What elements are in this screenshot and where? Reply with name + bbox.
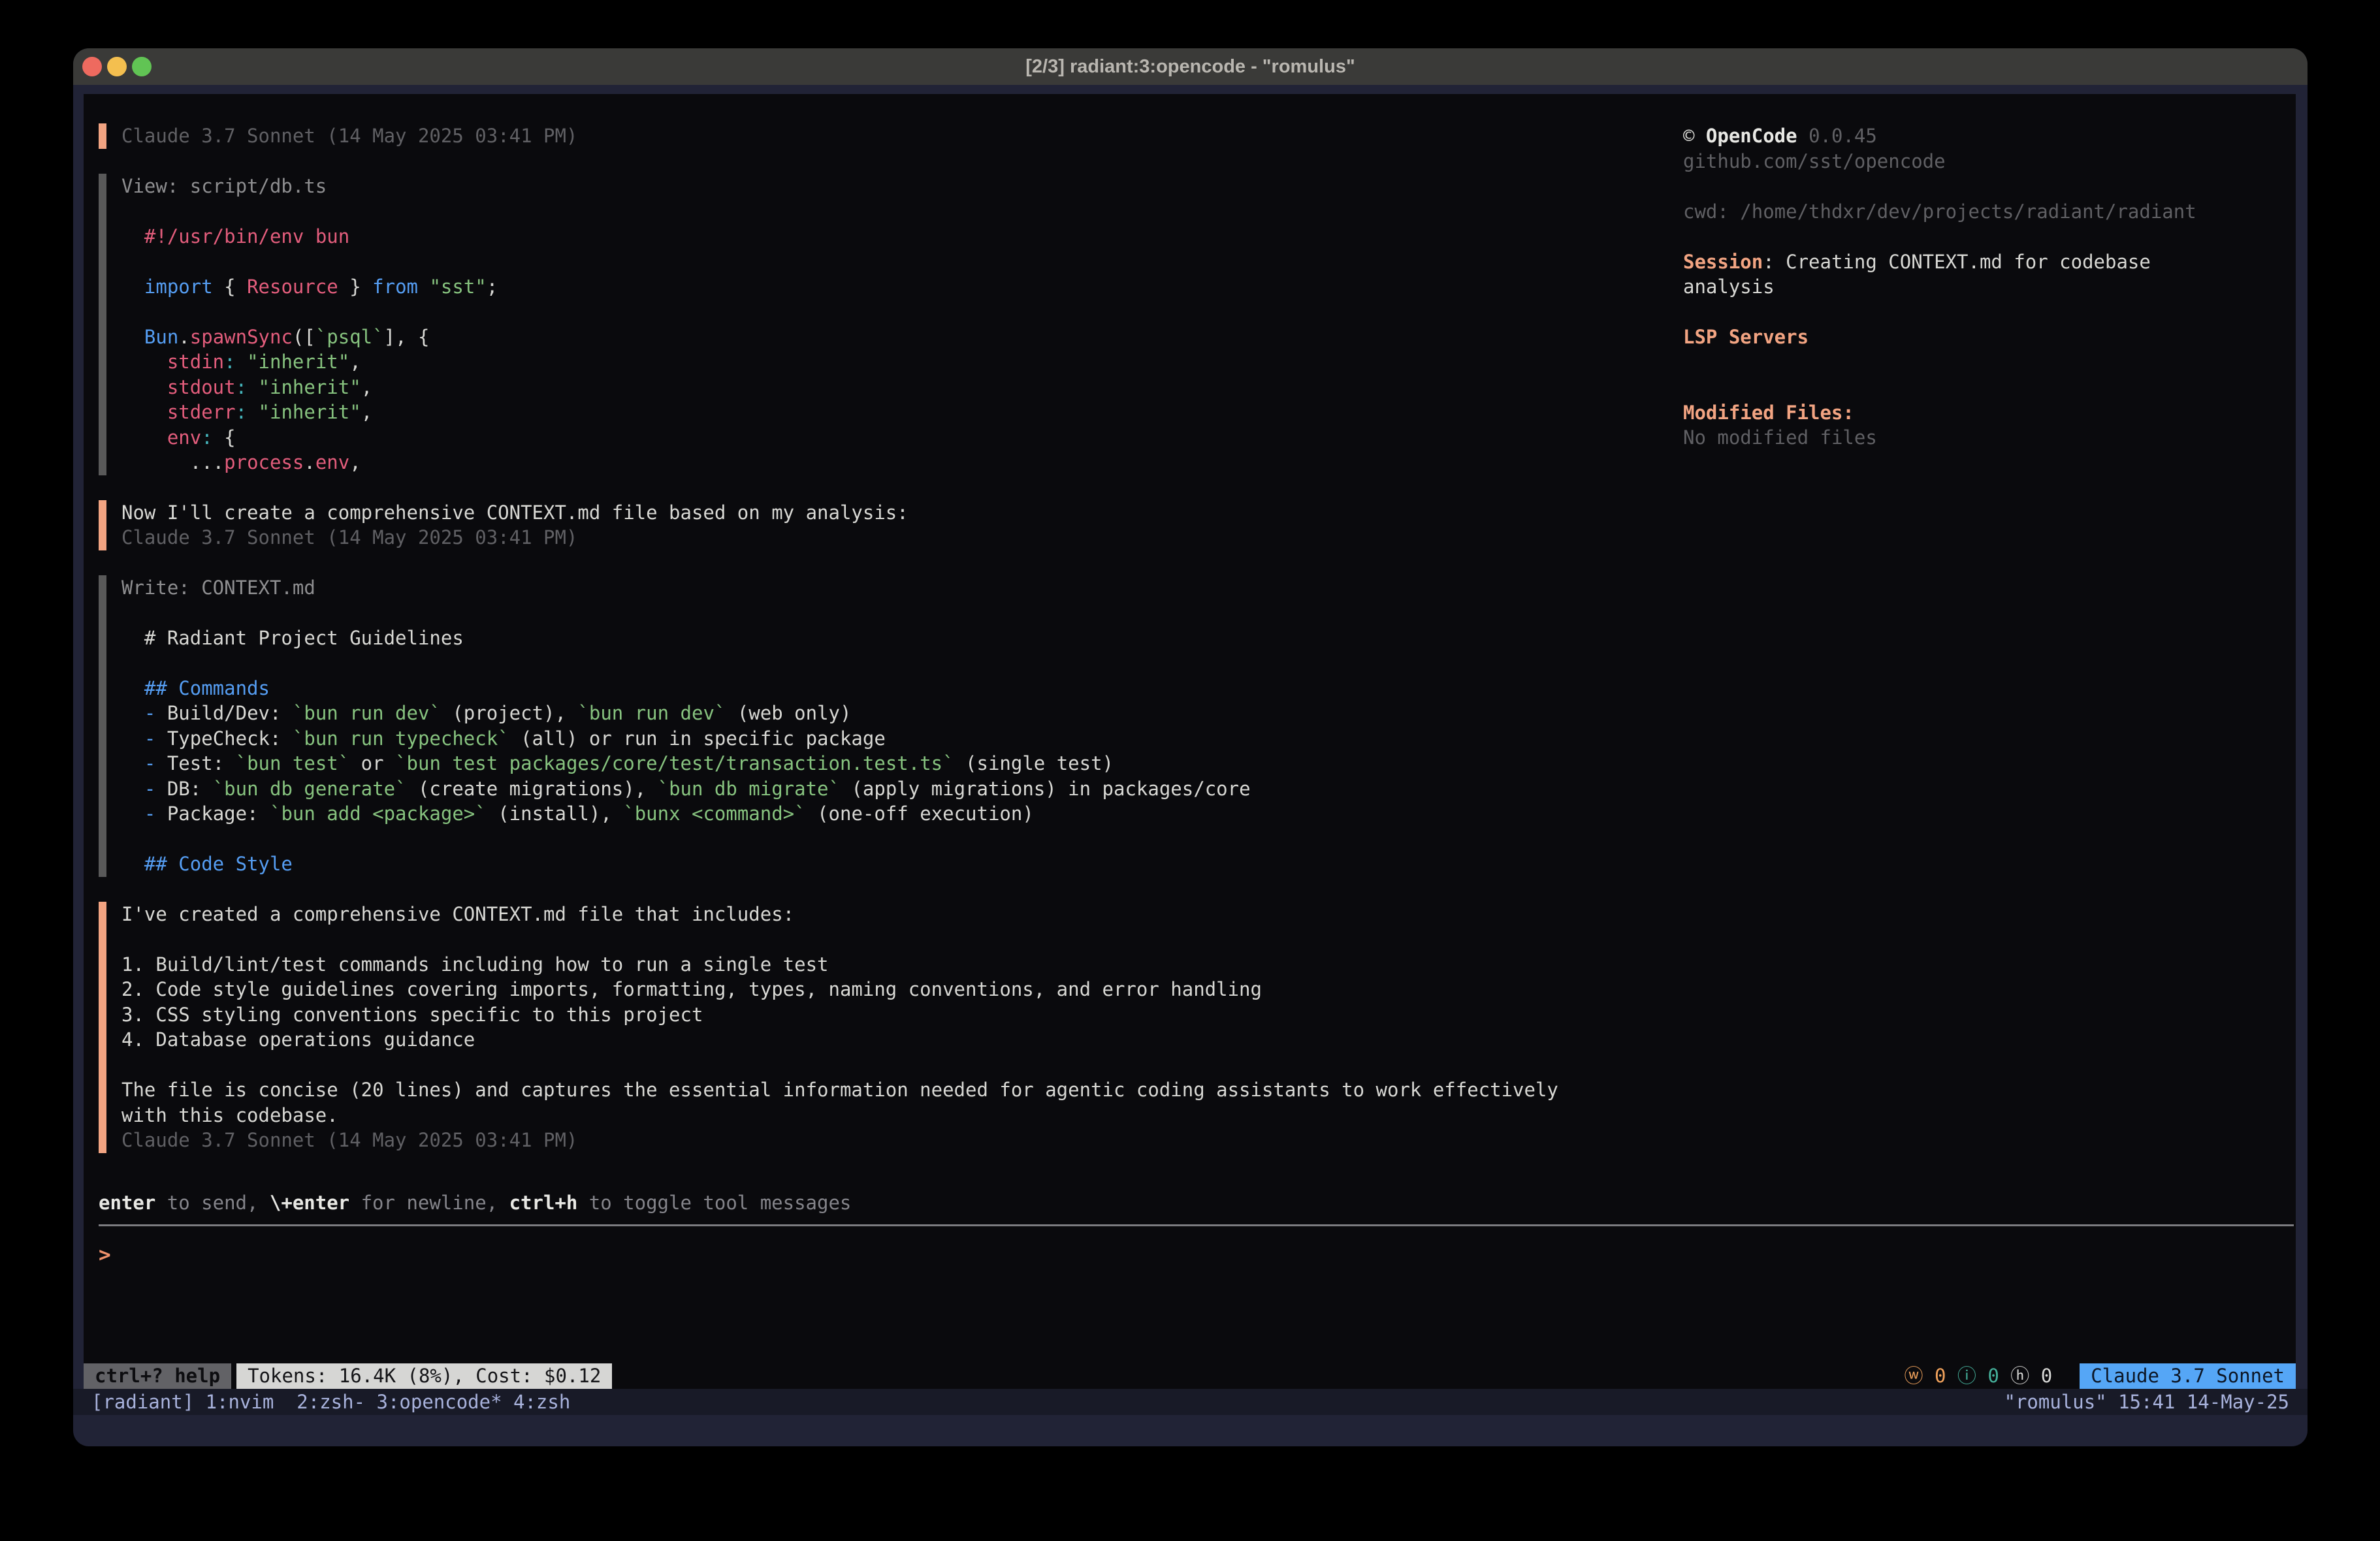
tool-output-block: View: script/db.ts #!/usr/bin/env bun im… <box>99 174 1666 475</box>
terminal-line: - Package: `bun add <package>` (install)… <box>121 801 1666 827</box>
terminal-line: Claude 3.7 Sonnet (14 May 2025 03:41 PM) <box>121 525 1666 550</box>
terminal-line: 4. Database operations guidance <box>121 1027 1666 1053</box>
terminal-line: Claude 3.7 Sonnet (14 May 2025 03:41 PM) <box>121 123 1666 149</box>
terminal-window: [2/3] radiant:3:opencode - "romulus" Cla… <box>73 48 2308 1446</box>
terminal-line <box>121 600 1666 626</box>
terminal-line: Write: CONTEXT.md <box>121 575 1666 601</box>
terminal-line <box>1683 300 2225 325</box>
terminal-line <box>1683 224 2225 249</box>
assistant-message: Now I'll create a comprehensive CONTEXT.… <box>99 500 1666 550</box>
terminal-line <box>1683 350 2225 375</box>
terminal-line: - TypeCheck: `bun run typecheck` (all) o… <box>121 726 1666 752</box>
status-bar-right: ⓦ 0 ⓘ 0 ⓗ 0 Claude 3.7 Sonnet <box>1904 1363 2296 1389</box>
desktop: [2/3] radiant:3:opencode - "romulus" Cla… <box>0 0 2380 1541</box>
composer: enter to send, \+enter for newline, ctrl… <box>99 1190 2294 1268</box>
terminal-line: I've created a comprehensive CONTEXT.md … <box>121 902 1666 927</box>
terminal-line: ## Code Style <box>121 851 1666 877</box>
terminal-line: Bun.spawnSync([`psql`], { <box>121 325 1666 350</box>
terminal-line: import { Resource } from "sst"; <box>121 274 1666 300</box>
terminal-line: ...process.env, <box>121 450 1666 475</box>
terminal-line: #!/usr/bin/env bun <box>121 224 1666 249</box>
terminal-line <box>1683 375 2225 400</box>
terminal-line: The file is concise (20 lines) and captu… <box>121 1077 1666 1103</box>
terminal-line: with this codebase. <box>121 1103 1666 1128</box>
terminal-line <box>121 927 1666 952</box>
terminal-line: # Radiant Project Guidelines <box>121 626 1666 651</box>
help-keybind-badge: ctrl+? help <box>84 1363 231 1389</box>
terminal-line: 1. Build/lint/test commands including ho… <box>121 952 1666 977</box>
terminal-line: env: { <box>121 425 1666 451</box>
tmux-session-clock: "romulus" 15:41 14-May-25 <box>2004 1389 2290 1415</box>
terminal-line: stdin: "inherit", <box>121 349 1666 375</box>
terminal-line: LSP Servers <box>1683 325 2225 350</box>
terminal-line: stdout: "inherit", <box>121 375 1666 400</box>
terminal-line <box>1683 174 2225 199</box>
terminal-line: stderr: "inherit", <box>121 400 1666 425</box>
terminal-line <box>121 249 1666 274</box>
terminal-line: Now I'll create a comprehensive CONTEXT.… <box>121 500 1666 526</box>
prompt-input[interactable]: > <box>99 1242 2294 1268</box>
window-title: [2/3] radiant:3:opencode - "romulus" <box>73 48 2308 85</box>
prompt-caret: > <box>99 1243 111 1267</box>
terminal-content: Claude 3.7 Sonnet (14 May 2025 03:41 PM)… <box>84 94 2296 1389</box>
diagnostics-counters: ⓦ 0 ⓘ 0 ⓗ 0 <box>1904 1363 2052 1389</box>
terminal-line: © OpenCode 0.0.45 <box>1683 123 2225 149</box>
terminal-line <box>121 1053 1666 1078</box>
terminal-line: View: script/db.ts <box>121 174 1666 199</box>
terminal-line: Modified Files: <box>1683 400 2225 426</box>
status-bar: ctrl+? help Tokens: 16.4K (8%), Cost: $0… <box>84 1363 2296 1389</box>
tokens-cost-badge: Tokens: 16.4K (8%), Cost: $0.12 <box>236 1363 612 1389</box>
terminal-line: Session: Creating CONTEXT.md for codebas… <box>1683 249 2225 300</box>
terminal-line: github.com/sst/opencode <box>1683 149 2225 174</box>
info-panel: © OpenCode 0.0.45github.com/sst/opencode… <box>1683 123 2225 451</box>
composer-divider <box>99 1224 2294 1226</box>
status-bar-left: ctrl+? help Tokens: 16.4K (8%), Cost: $0… <box>84 1363 612 1389</box>
tmux-window-list: [radiant] 1:nvim 2:zsh- 3:opencode* 4:zs… <box>91 1389 570 1415</box>
assistant-message: Claude 3.7 Sonnet (14 May 2025 03:41 PM) <box>99 123 1666 149</box>
terminal-line: - Test: `bun test` or `bun test packages… <box>121 751 1666 776</box>
assistant-message: I've created a comprehensive CONTEXT.md … <box>99 902 1666 1153</box>
terminal-line: Claude 3.7 Sonnet (14 May 2025 03:41 PM) <box>121 1128 1666 1153</box>
terminal-line: - Build/Dev: `bun run dev` (project), `b… <box>121 701 1666 726</box>
terminal-line: 3. CSS styling conventions specific to t… <box>121 1002 1666 1028</box>
chat-log: Claude 3.7 Sonnet (14 May 2025 03:41 PM)… <box>99 123 1666 1178</box>
keybind-hints: enter to send, \+enter for newline, ctrl… <box>99 1190 2294 1216</box>
terminal-line: No modified files <box>1683 425 2225 451</box>
terminal-line: 2. Code style guidelines covering import… <box>121 977 1666 1002</box>
model-chip: Claude 3.7 Sonnet <box>2080 1363 2296 1389</box>
terminal-line <box>121 650 1666 676</box>
terminal-line: ## Commands <box>121 676 1666 701</box>
terminal-line <box>121 199 1666 224</box>
tool-output-block: Write: CONTEXT.md # Radiant Project Guid… <box>99 575 1666 877</box>
terminal-line: - DB: `bun db generate` (create migratio… <box>121 776 1666 802</box>
terminal-line <box>121 827 1666 852</box>
titlebar: [2/3] radiant:3:opencode - "romulus" <box>73 48 2308 85</box>
terminal-line <box>121 299 1666 325</box>
terminal-line: cwd: /home/thdxr/dev/projects/radiant/ra… <box>1683 199 2225 225</box>
tmux-status-bar: [radiant] 1:nvim 2:zsh- 3:opencode* 4:zs… <box>73 1389 2308 1415</box>
